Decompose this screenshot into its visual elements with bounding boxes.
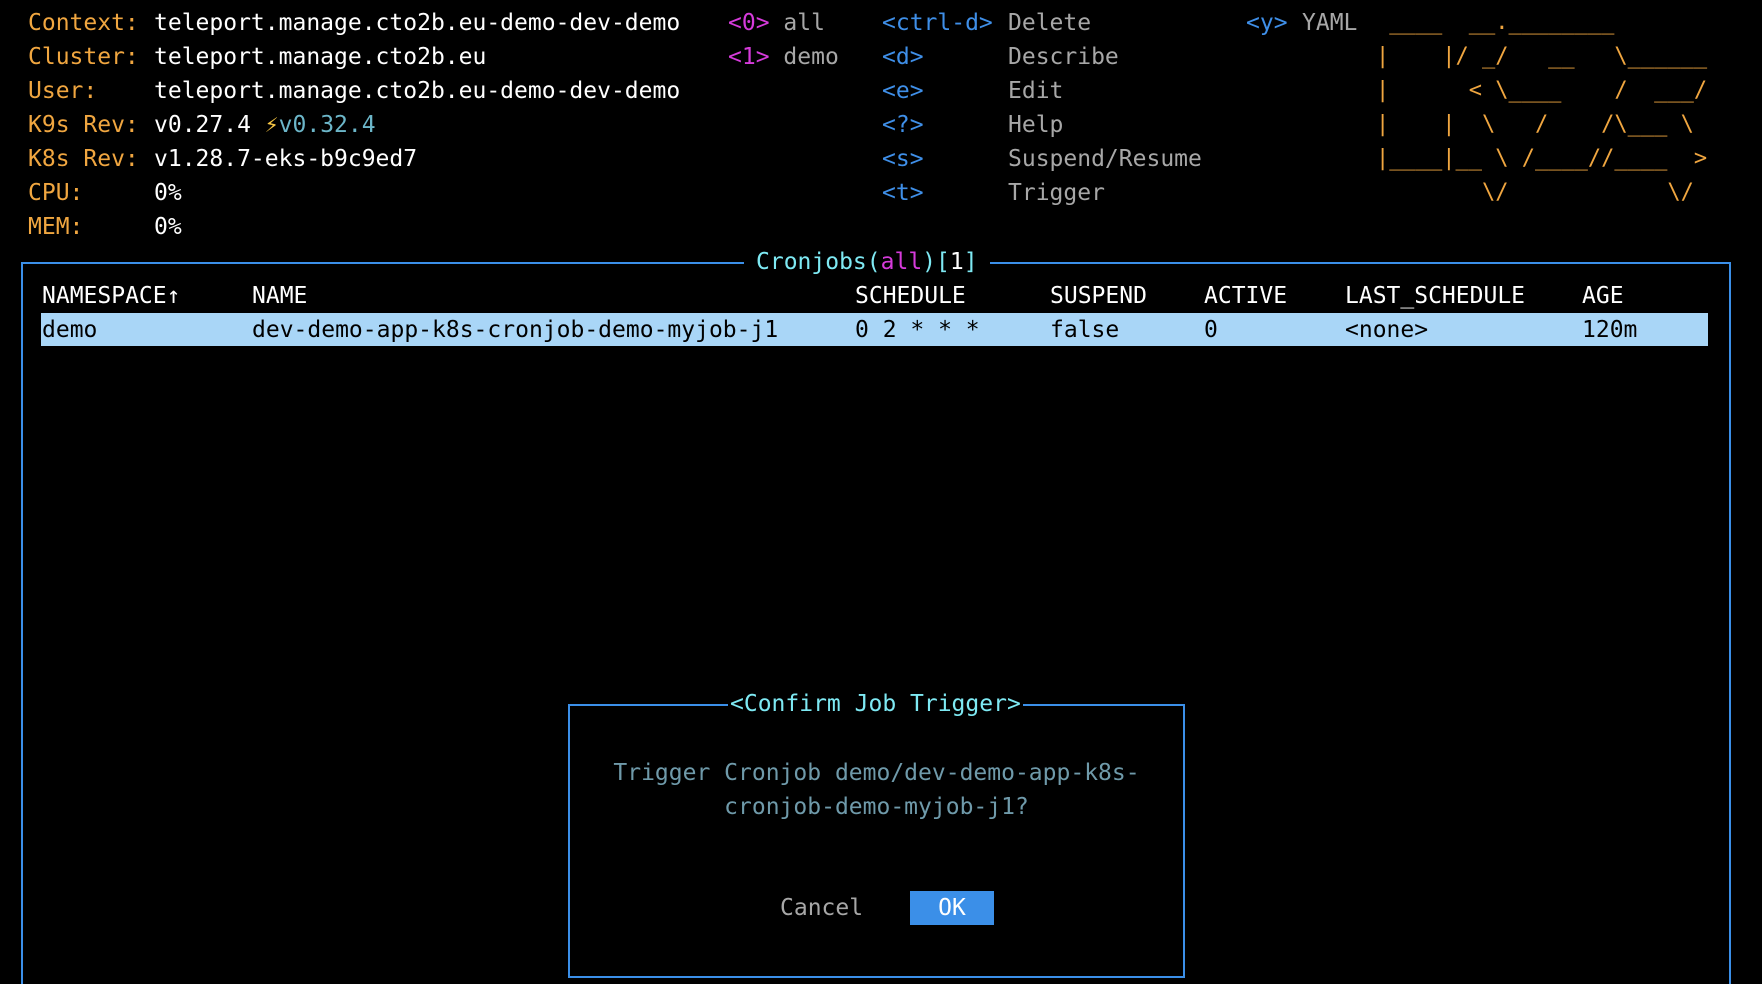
user-value: teleport.manage.cto2b.eu-demo-dev-demo: [154, 78, 681, 104]
cpu-value: 0%: [154, 180, 182, 206]
k8s-rev-value: v1.28.7-eks-b9c9ed7: [154, 146, 418, 172]
context-value: teleport.manage.cto2b.eu-demo-dev-demo: [154, 10, 681, 36]
user-label: User:: [28, 78, 98, 104]
cmd-key-edit: <e>: [882, 78, 924, 104]
k9s-rev-upgrade: v0.32.4: [278, 112, 376, 138]
cmd-key-help: <?>: [882, 112, 924, 138]
cmd-desc-help[interactable]: Help: [1008, 108, 1063, 142]
logo-line: | |/ _/ __ \______: [1376, 44, 1708, 69]
cmd-key-trigger: <t>: [882, 180, 924, 206]
column-header-namespace[interactable]: NAMESPACE↑: [42, 279, 180, 313]
cluster-label: Cluster:: [28, 44, 139, 70]
column-header-age[interactable]: AGE: [1582, 279, 1624, 313]
cell-schedule: 0 2 * * *: [855, 317, 980, 343]
cpu-label: CPU:: [28, 180, 84, 206]
cell-age: 120m: [1582, 317, 1638, 343]
resource-table-title: Cronjobs(all)[1]: [744, 245, 990, 279]
k9s-rev-label: K9s Rev:: [28, 112, 139, 138]
logo-line: \/ \/: [1376, 180, 1694, 205]
cancel-button[interactable]: Cancel: [770, 891, 873, 925]
cell-name: dev-demo-app-k8s-cronjob-demo-myjob-j1: [252, 317, 779, 343]
cell-last-schedule: <none>: [1345, 317, 1429, 343]
cmd-key-describe: <d>: [882, 44, 924, 70]
cell-active: 0: [1204, 317, 1218, 343]
logo-line: ____ __.________: [1376, 10, 1615, 35]
logo-line: | < \____ / ___/: [1376, 78, 1708, 103]
cluster-value: teleport.manage.cto2b.eu: [154, 44, 487, 70]
namespace-shortcut-all[interactable]: <0> all: [728, 6, 825, 40]
column-header-last-schedule[interactable]: LAST_SCHEDULE: [1345, 279, 1525, 313]
logo-line: |____|__ \ /____//____ >: [1376, 146, 1708, 171]
context-label: Context:: [28, 10, 139, 36]
cell-namespace: demo: [42, 317, 98, 343]
cmd-desc-yaml[interactable]: YAML: [1302, 6, 1357, 40]
confirm-dialog-message: Trigger Cronjob demo/dev-demo-app-k8s- c…: [613, 760, 1140, 820]
column-header-schedule[interactable]: SCHEDULE: [855, 279, 966, 313]
cmd-desc-suspend[interactable]: Suspend/Resume: [1008, 142, 1202, 176]
cell-suspend: false: [1050, 317, 1120, 343]
k9s-rev-value: v0.27.4: [154, 112, 251, 138]
cmd-key-yaml: <y>: [1246, 10, 1288, 36]
cmd-key-suspend: <s>: [882, 146, 924, 172]
cmd-desc-describe[interactable]: Describe: [1008, 40, 1119, 74]
column-header-name[interactable]: NAME: [252, 279, 307, 313]
mem-value: 0%: [154, 214, 182, 240]
cmd-desc-delete[interactable]: Delete: [1008, 6, 1091, 40]
confirm-dialog: [568, 704, 1185, 978]
column-header-suspend[interactable]: SUSPEND: [1050, 279, 1147, 313]
k9s-rev: v0.27.4 ⚡v0.32.4: [154, 108, 376, 142]
ok-button[interactable]: OK: [910, 891, 994, 925]
confirm-dialog-title: <Confirm Job Trigger>: [728, 687, 1023, 721]
namespace-shortcut-demo[interactable]: <1> demo: [728, 40, 839, 74]
mem-label: MEM:: [28, 214, 84, 240]
upgrade-bolt-icon: ⚡: [264, 112, 279, 138]
column-header-active[interactable]: ACTIVE: [1204, 279, 1287, 313]
k8s-rev-label: K8s Rev:: [28, 146, 139, 172]
cmd-desc-edit[interactable]: Edit: [1008, 74, 1063, 108]
logo-line: | | \ / /\___ \: [1376, 112, 1694, 137]
cmd-key-delete: <ctrl-d>: [882, 10, 993, 36]
cmd-desc-trigger[interactable]: Trigger: [1008, 176, 1105, 210]
